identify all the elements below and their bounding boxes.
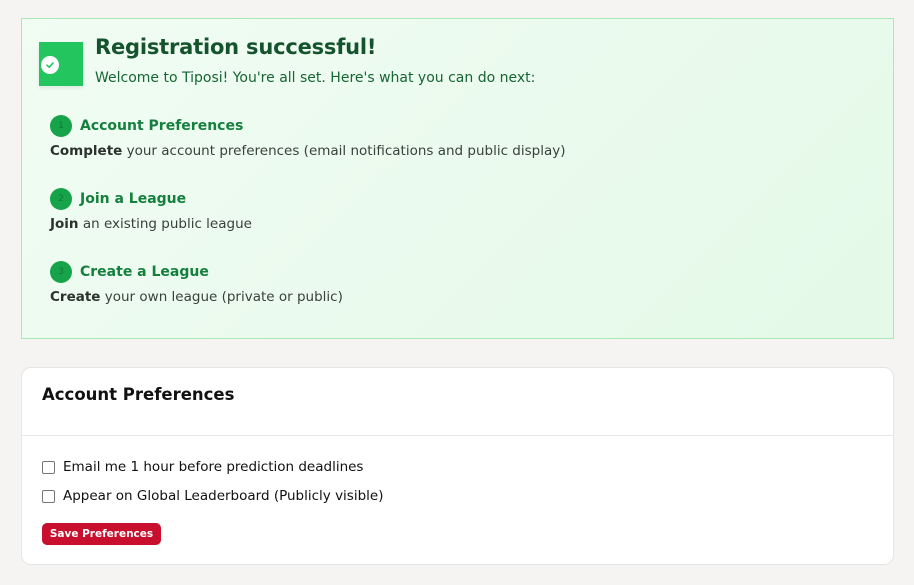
step-join-league: 2 Join a League Join an existing public …: [50, 188, 850, 232]
save-preferences-button[interactable]: Save Preferences: [42, 523, 161, 545]
step-account-preferences: 1 Account Preferences Complete your acco…: [50, 115, 850, 159]
email-deadline-option[interactable]: Email me 1 hour before prediction deadli…: [42, 459, 363, 475]
step-title: Create a League: [80, 264, 209, 280]
step-create-league: 3 Create a League Create your own league…: [50, 261, 850, 305]
success-subtitle: Welcome to Tiposi! You're all set. Here'…: [95, 70, 536, 86]
check-icon: [41, 56, 59, 74]
step-description: Join an existing public league: [50, 216, 252, 232]
step-number-badge: 3: [50, 261, 72, 283]
email-deadline-checkbox[interactable]: [42, 460, 55, 474]
divider: [22, 435, 893, 436]
option-label: Appear on Global Leaderboard (Publicly v…: [63, 488, 384, 504]
account-preferences-card: Account Preferences Email me 1 hour befo…: [21, 367, 894, 565]
global-leaderboard-option[interactable]: Appear on Global Leaderboard (Publicly v…: [42, 488, 384, 504]
step-number-badge: 2: [50, 188, 72, 210]
step-number-badge: 1: [50, 115, 72, 137]
step-title: Account Preferences: [80, 118, 244, 134]
success-badge: [39, 42, 83, 86]
global-leaderboard-checkbox[interactable]: [42, 489, 55, 503]
step-description: Complete your account preferences (email…: [50, 143, 566, 159]
step-title: Join a League: [80, 191, 187, 207]
step-description: Create your own league (private or publi…: [50, 289, 343, 305]
preferences-title: Account Preferences: [42, 385, 235, 404]
registration-success-panel: Registration successful! Welcome to Tipo…: [21, 18, 894, 339]
success-title: Registration successful!: [95, 35, 377, 59]
option-label: Email me 1 hour before prediction deadli…: [63, 459, 364, 475]
